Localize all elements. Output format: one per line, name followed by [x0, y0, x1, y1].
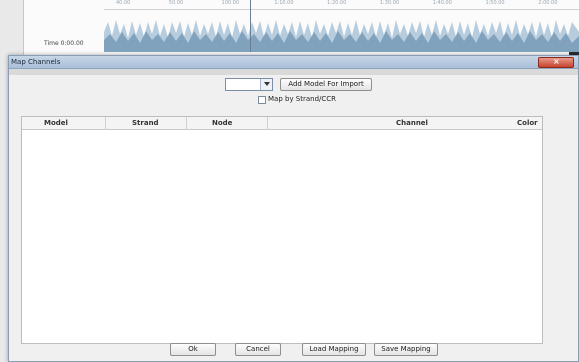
- title-bar: Map Channels ×: [9, 56, 578, 69]
- channel-table: Model Strand Node Channel Color: [21, 116, 543, 344]
- model-select[interactable]: [225, 78, 273, 91]
- chevron-down-icon[interactable]: [260, 79, 272, 90]
- col-color[interactable]: Color: [517, 119, 538, 127]
- ok-button[interactable]: Ok: [170, 343, 216, 356]
- table-body[interactable]: [22, 130, 542, 344]
- playhead: [250, 0, 251, 52]
- cancel-button[interactable]: Cancel: [235, 343, 281, 356]
- close-button[interactable]: ×: [538, 57, 574, 68]
- ruler-tick: 40.00: [116, 0, 131, 6]
- dialog-title: Map Channels: [11, 58, 61, 66]
- col-divider[interactable]: [105, 117, 106, 130]
- col-channel[interactable]: Channel: [396, 119, 428, 127]
- ruler-tick: 1:50.00: [485, 0, 505, 6]
- ruler-tick: 50.00: [168, 0, 184, 6]
- time-label: Time 0:00.00: [44, 40, 84, 47]
- save-mapping-button[interactable]: Save Mapping: [374, 343, 438, 356]
- col-strand[interactable]: Strand: [132, 119, 159, 127]
- map-by-strand-label: Map by Strand/CCR: [268, 95, 337, 103]
- ruler-tick: 1:20.00: [327, 0, 347, 6]
- waveform: [104, 20, 579, 52]
- ruler-tick: 2:00.00: [538, 0, 558, 6]
- ruler-tick: 100.00: [221, 0, 240, 6]
- map-by-strand-checkbox[interactable]: [258, 96, 266, 104]
- col-model[interactable]: Model: [44, 119, 68, 127]
- timeline-ruler: 40.00 50.00 100.00 1:10.00 1:20.00 1:30.00 1:4…: [104, 0, 579, 10]
- col-divider[interactable]: [186, 117, 187, 130]
- ruler-tick: 1:30.00: [379, 0, 400, 6]
- col-divider[interactable]: [267, 117, 268, 130]
- table-header: Model Strand Node Channel Color: [22, 117, 542, 130]
- load-mapping-button[interactable]: Load Mapping: [302, 343, 366, 356]
- dialog-buttons: Ok Cancel Load Mapping Save Mapping: [9, 341, 578, 359]
- col-node[interactable]: Node: [212, 119, 232, 127]
- map-channels-dialog: Map Channels × Add Model For Import Map …: [8, 55, 579, 362]
- add-model-button[interactable]: Add Model For Import: [280, 78, 372, 91]
- import-controls: Add Model For Import Map by Strand/CCR: [9, 74, 578, 118]
- ruler-tick: 1:40.00: [432, 0, 452, 6]
- ruler-tick: 1:10.00: [274, 0, 294, 6]
- close-icon: ×: [553, 57, 560, 66]
